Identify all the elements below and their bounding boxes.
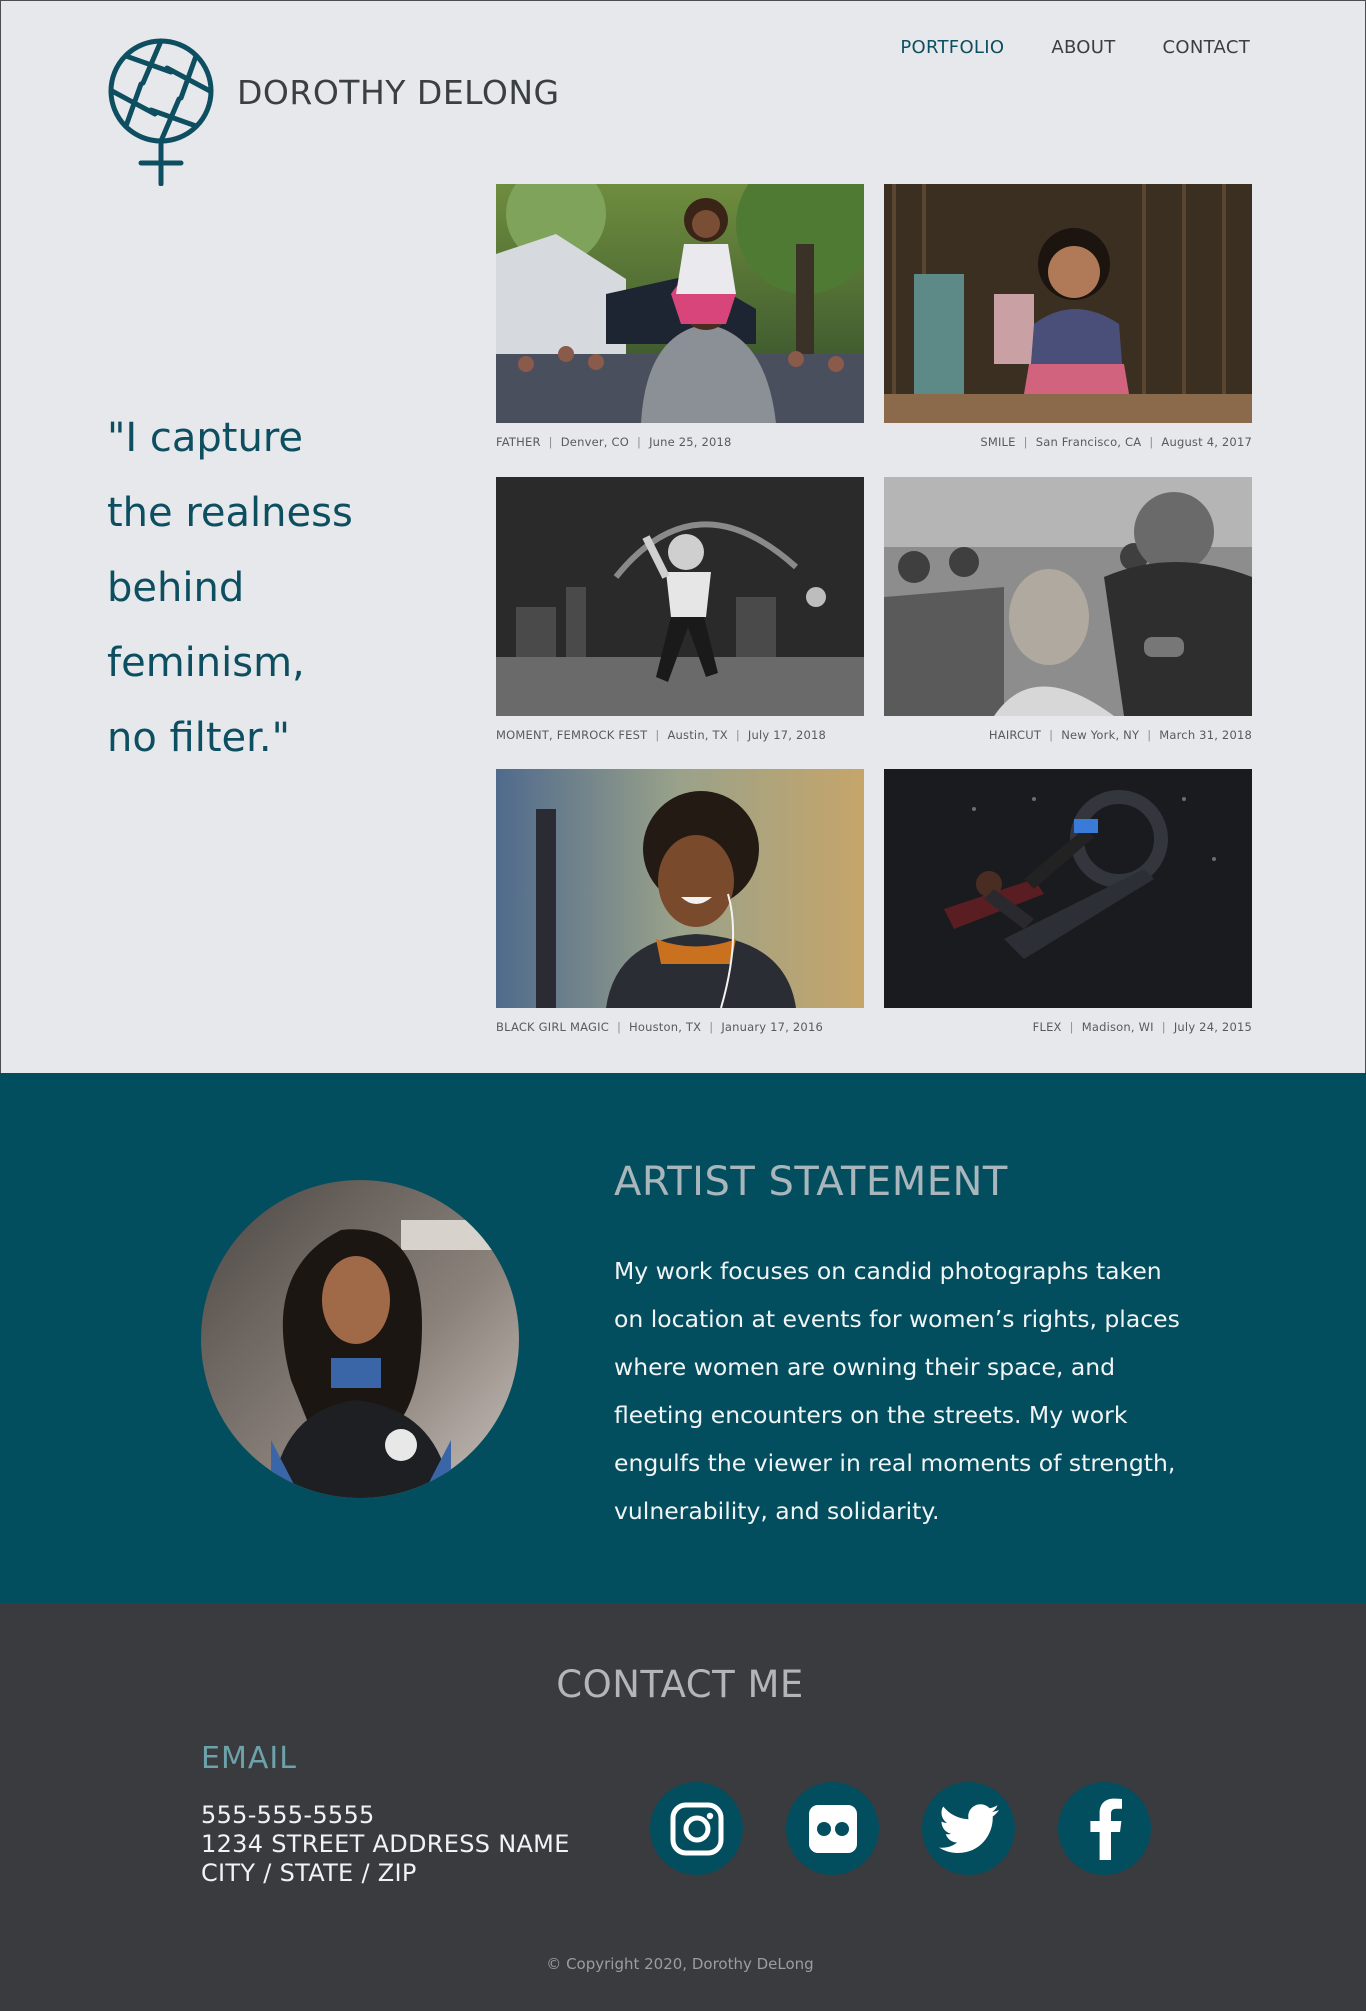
photo-caption: SMILE | San Francisco, CA | August 4, 2017 bbox=[884, 435, 1252, 449]
photo-haircut[interactable] bbox=[884, 477, 1252, 716]
caption-location: Madison, WI bbox=[1081, 1020, 1154, 1034]
photo-card-father[interactable]: FATHER | Denver, CO | June 25, 2018 bbox=[496, 184, 864, 449]
photo-caption: MOMENT, FEMROCK FEST | Austin, TX | July 17,… bbox=[496, 728, 864, 742]
caption-location: San Francisco, CA bbox=[1035, 435, 1142, 449]
photo-caption: FLEX | Madison, WI | July 24, 2015 bbox=[884, 1020, 1252, 1034]
photo-card-flex[interactable]: FLEX | Madison, WI | July 24, 2015 bbox=[884, 769, 1252, 1034]
tagline-quote: "I capture the realness behind feminism,… bbox=[107, 401, 437, 776]
caption-divider: | bbox=[636, 435, 642, 449]
flickr-link[interactable] bbox=[786, 1782, 879, 1875]
main-nav: PORTFOLIO ABOUT CONTACT bbox=[900, 37, 1250, 58]
social-links bbox=[650, 1782, 1151, 1875]
copyright-text: © Copyright 2020, Dorothy DeLong bbox=[546, 1955, 814, 1973]
artist-statement-section: ARTIST STATEMENT My work focuses on cand… bbox=[0, 1073, 1366, 1603]
quote-line: "I capture bbox=[107, 415, 304, 461]
photo-card-black-girl-magic[interactable]: BLACK GIRL MAGIC | Houston, TX | January 17,… bbox=[496, 769, 864, 1034]
caption-location: New York, NY bbox=[1061, 728, 1140, 742]
flickr-icon bbox=[808, 1804, 857, 1853]
caption-divider: | bbox=[1069, 1020, 1074, 1034]
caption-title: MOMENT, FEMROCK FEST bbox=[496, 728, 648, 742]
caption-title: SMILE bbox=[980, 435, 1016, 449]
caption-location: Denver, CO bbox=[560, 435, 629, 449]
contact-heading: CONTACT ME bbox=[556, 1663, 804, 1706]
contact-address: 555-555-5555 1234 STREET ADDRESS NAME CI… bbox=[201, 1801, 570, 1888]
logo-icon[interactable] bbox=[107, 38, 215, 186]
phone-number[interactable]: 555-555-5555 bbox=[201, 1801, 570, 1830]
caption-divider: | bbox=[1161, 1020, 1166, 1034]
facebook-link[interactable] bbox=[1058, 1782, 1151, 1875]
caption-date: July 17, 2018 bbox=[747, 728, 827, 742]
twitter-icon bbox=[938, 1803, 999, 1853]
nav-contact[interactable]: CONTACT bbox=[1163, 37, 1250, 58]
caption-divider: | bbox=[655, 728, 660, 742]
instagram-icon bbox=[670, 1802, 723, 1855]
caption-location: Houston, TX bbox=[629, 1020, 702, 1034]
caption-date: June 25, 2018 bbox=[649, 435, 732, 449]
quote-line: behind bbox=[107, 565, 245, 611]
photo-flex[interactable] bbox=[884, 769, 1252, 1008]
caption-date: July 24, 2015 bbox=[1173, 1020, 1252, 1034]
photo-caption: FATHER | Denver, CO | June 25, 2018 bbox=[496, 435, 864, 449]
photo-black-girl-magic[interactable] bbox=[496, 769, 864, 1008]
caption-divider: | bbox=[735, 728, 740, 742]
caption-title: HAIRCUT bbox=[988, 728, 1042, 742]
caption-divider: | bbox=[1023, 435, 1028, 449]
nav-about[interactable]: ABOUT bbox=[1051, 37, 1115, 58]
caption-divider: | bbox=[1149, 435, 1154, 449]
caption-date: August 4, 2017 bbox=[1161, 435, 1252, 449]
twitter-link[interactable] bbox=[922, 1782, 1015, 1875]
artist-avatar bbox=[201, 1180, 519, 1498]
photo-caption: HAIRCUT | New York, NY | March 31, 2018 bbox=[884, 728, 1252, 742]
nav-portfolio[interactable]: PORTFOLIO bbox=[900, 37, 1004, 58]
caption-divider: | bbox=[1147, 728, 1152, 742]
photo-father[interactable] bbox=[496, 184, 864, 423]
caption-location: Austin, TX bbox=[667, 728, 728, 742]
caption-divider: | bbox=[616, 1020, 622, 1034]
photo-card-haircut[interactable]: HAIRCUT | New York, NY | March 31, 2018 bbox=[884, 477, 1252, 742]
artist-statement-text: My work focuses on candid photographs ta… bbox=[614, 1257, 1180, 1525]
photo-card-smile[interactable]: SMILE | San Francisco, CA | August 4, 2017 bbox=[884, 184, 1252, 449]
photo-moment[interactable] bbox=[496, 477, 864, 716]
caption-title: FLEX bbox=[1032, 1020, 1062, 1034]
quote-line: feminism, bbox=[107, 640, 305, 686]
street-address: 1234 STREET ADDRESS NAME bbox=[201, 1830, 570, 1858]
photo-card-moment[interactable]: MOMENT, FEMROCK FEST | Austin, TX | July 17,… bbox=[496, 477, 864, 742]
caption-date: March 31, 2018 bbox=[1159, 728, 1252, 742]
caption-title: BLACK GIRL MAGIC bbox=[496, 1020, 609, 1034]
instagram-link[interactable] bbox=[650, 1782, 743, 1875]
brand-name[interactable]: DOROTHY DELONG bbox=[237, 73, 560, 112]
photo-caption: BLACK GIRL MAGIC | Houston, TX | January 17,… bbox=[496, 1020, 864, 1034]
portfolio-section: DOROTHY DELONG PORTFOLIO ABOUT CONTACT "… bbox=[0, 0, 1366, 1073]
quote-line: no filter." bbox=[107, 715, 291, 761]
city-state-zip: CITY / STATE / ZIP bbox=[201, 1859, 417, 1887]
artist-statement-heading: ARTIST STATEMENT bbox=[614, 1159, 1008, 1205]
caption-divider: | bbox=[1049, 728, 1054, 742]
photo-smile[interactable] bbox=[884, 184, 1252, 423]
quote-line: the realness bbox=[107, 490, 353, 536]
caption-date: January 17, 2016 bbox=[721, 1020, 823, 1034]
email-link[interactable]: EMAIL bbox=[201, 1741, 297, 1776]
caption-divider: | bbox=[709, 1020, 714, 1034]
facebook-icon bbox=[1089, 1798, 1122, 1860]
caption-divider: | bbox=[548, 435, 553, 449]
caption-title: FATHER bbox=[496, 435, 541, 449]
contact-section: CONTACT ME EMAIL 555-555-5555 1234 STREE… bbox=[0, 1603, 1366, 2011]
